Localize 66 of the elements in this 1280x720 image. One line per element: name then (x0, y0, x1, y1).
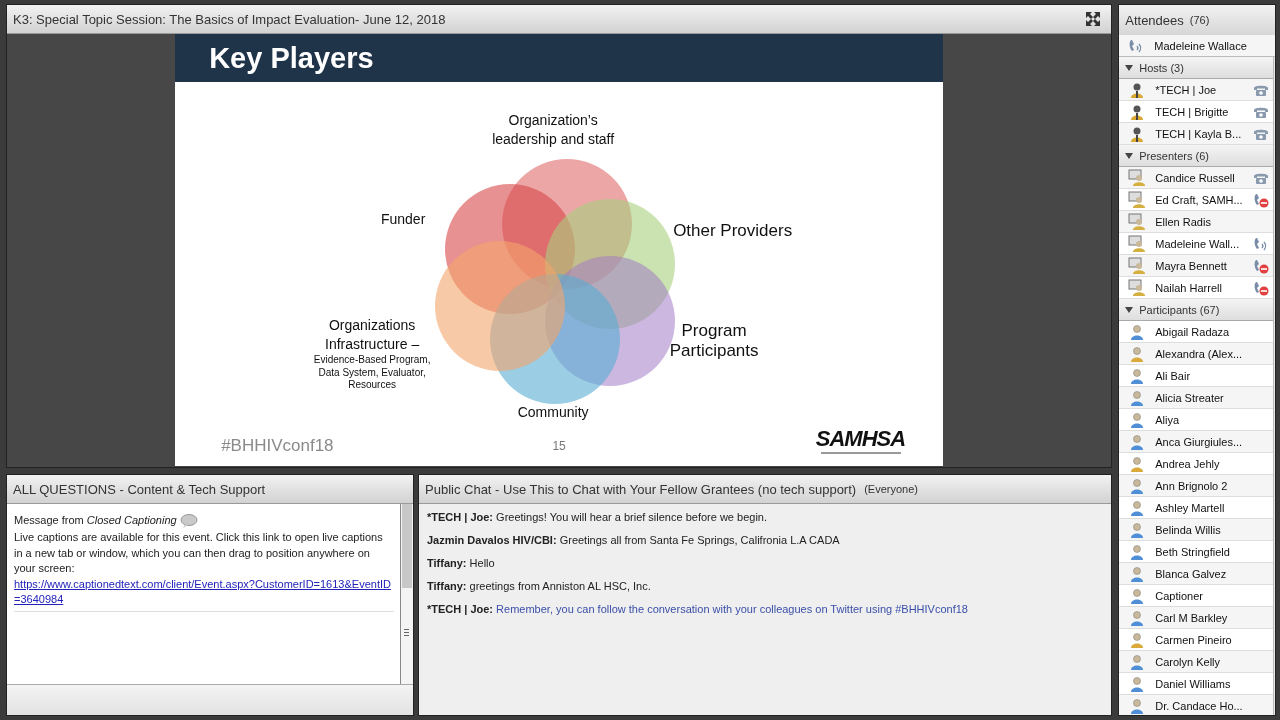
current-user-name: Madeleine Wallace (1154, 39, 1248, 52)
attendee-name: *TECH | Joe (1155, 83, 1218, 96)
pod-title: ALL QUESTIONS - Content & Tech Support (13, 481, 266, 497)
attendee-name: Dr. Candace Ho... (1155, 699, 1244, 712)
attendee-name: Ann Brignolo 2 (1155, 479, 1229, 492)
attendee-name: Ali Bair (1155, 369, 1192, 382)
attendee-name: Anca Giurgiules... (1155, 435, 1244, 448)
diagram-label: Funder (380, 210, 426, 229)
panel-title: Attendees (1125, 12, 1184, 28)
expand-arrow-icon (1125, 305, 1134, 314)
group-header[interactable]: Presenters (6) (1119, 145, 1273, 167)
attendee-name: Ellen Radis (1155, 215, 1212, 228)
logo: SAMHSA (815, 426, 906, 452)
chat-message: *TECH | Joe: Greetings! You will hear a brief silence before we begin. (427, 510, 768, 525)
attendee-name: Captioner (1155, 589, 1204, 602)
window-title: K3: Special Topic Session: The Basics of Impact Evaluation- June 12, 2018 (13, 11, 447, 27)
slide-title: Key Players (209, 41, 374, 75)
page-number: 15 (552, 439, 566, 453)
attendee-name: Candice Russell (1155, 171, 1236, 184)
attendee-name: Mayra Bennett (1155, 259, 1228, 272)
diagram-label: Organization’s leadership and staff (492, 111, 615, 149)
message-heading: Message from Closed Captioning (14, 513, 177, 529)
fullscreen-icon[interactable] (1085, 11, 1102, 27)
attendee-name: Madeleine Wall... (1155, 237, 1241, 250)
attendee-name: Carmen Pineiro (1155, 633, 1233, 646)
message-text: Live captions are available for this event. Click this link to open live captions in a new tab or window, which you can then drag to position anywhere on your screen: (14, 530, 384, 576)
attendee-name: Blanca Galvez (1155, 567, 1228, 580)
chat-message: Tiffany: Hello (427, 556, 496, 571)
attendee-count: (76) (1189, 14, 1210, 26)
audience-label: (Everyone) (864, 483, 918, 495)
attendee-name: Belinda Willis (1155, 523, 1222, 536)
attendee-name: Andrea Jehly (1155, 457, 1221, 470)
chat-message: *TECH | Joe: Remember, you can follow the conversation with your colleagues on Twitter using #BHHIVconf18 (427, 602, 969, 617)
chat-message: Jazmin Davalos HIV/CBI: Greetings all from Santa Fe Springs, Califronia L.A CADA (427, 533, 841, 548)
speech-bubble-icon (179, 512, 198, 530)
diagram-label: Community (517, 403, 589, 422)
hashtag: #BHHIVconf18 (221, 436, 334, 456)
group-header[interactable]: Hosts (3) (1119, 57, 1273, 79)
attendee-name: Alexandra (Alex... (1155, 347, 1244, 360)
input-field[interactable] (7, 684, 413, 715)
caption-link[interactable]: https://www.captionedtext.com/client/Event.aspx?CustomerID=1613&EventID=3640984 (14, 576, 394, 608)
scrollbar[interactable] (400, 504, 413, 684)
presenter-icon (1128, 278, 1147, 297)
attendee-name: Abigail Radaza (1155, 325, 1231, 338)
attendee-name: TECH | Brigitte (1155, 105, 1230, 118)
attendee-name: Nailah Harrell (1155, 281, 1223, 294)
chat-message: Tiffany: greetings from Anniston AL HSC, Inc. (427, 579, 652, 594)
attendee-name: Alicia Streater (1155, 391, 1225, 404)
attendee-name: Aliya (1155, 413, 1181, 426)
group-header[interactable]: Participants (67) (1119, 299, 1273, 321)
attendee-name: Daniel Williams (1155, 677, 1232, 690)
expand-arrow-icon (1125, 151, 1134, 160)
attendee-name: TECH | Kayla B... (1155, 127, 1243, 140)
attendee-name: Carl M Barkley (1155, 611, 1229, 624)
diagram-label: Other Providers (673, 221, 793, 241)
presenter-icon (1128, 190, 1147, 209)
diagram-label: Organizations Infrastructure – (325, 316, 420, 354)
pod-title: Public Chat - Use This to Chat with Your Fellow Grantees (no tech support) (425, 481, 857, 497)
expand-arrow-icon (1125, 63, 1134, 72)
attendee-name: Ed Craft, SAMH... (1155, 193, 1243, 206)
attendee-name: Beth Stringfield (1155, 545, 1231, 558)
attendee-name: Ashley Martell (1155, 501, 1226, 514)
diagram-label: Program Participants (669, 321, 759, 361)
diagram-label: Evidence-Based Program, Data System, Evaluator, Resources (313, 354, 431, 392)
presenter-icon (1128, 234, 1147, 253)
attendee-name: Carolyn Kelly (1155, 655, 1222, 668)
